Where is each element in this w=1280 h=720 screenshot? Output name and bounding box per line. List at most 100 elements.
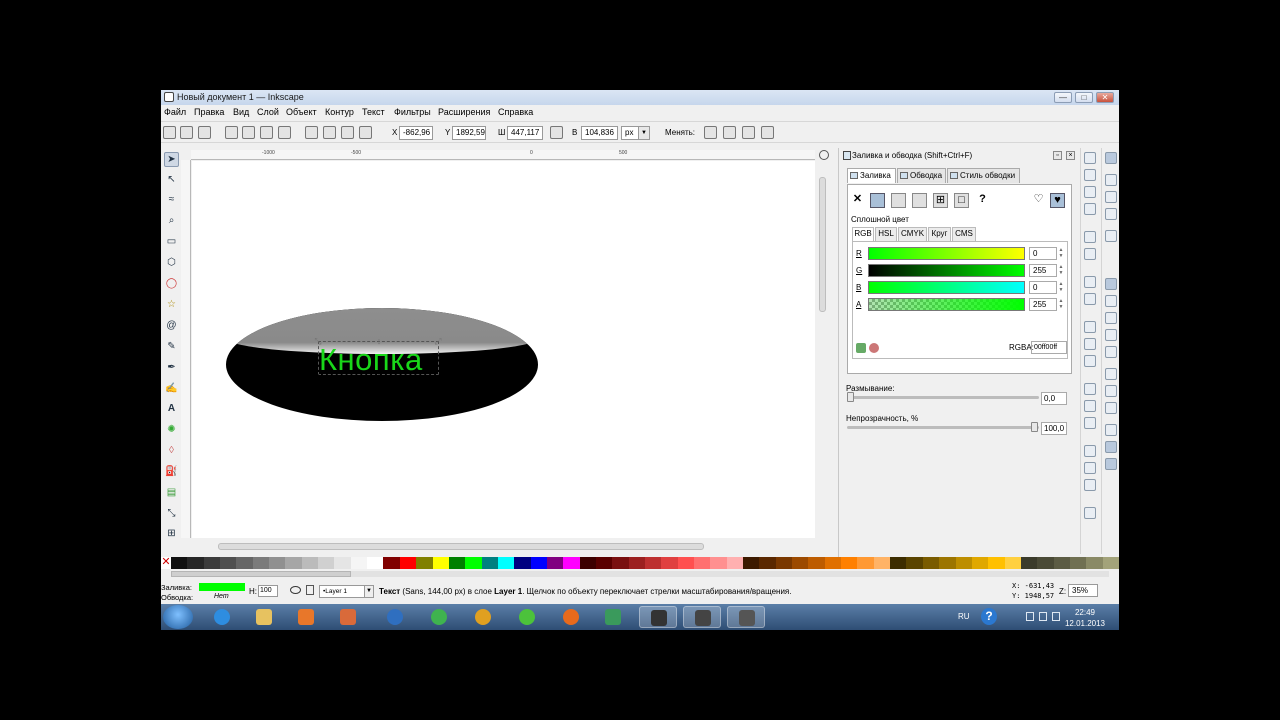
- spiral-tool-icon[interactable]: @: [164, 319, 179, 334]
- zoom-tool-icon[interactable]: ⌕: [164, 214, 179, 229]
- fill-color-indicator[interactable]: [199, 583, 245, 591]
- opacity-h-field[interactable]: 100: [258, 585, 278, 597]
- palette-swatch[interactable]: [1069, 557, 1087, 569]
- palette-swatch[interactable]: [824, 557, 842, 569]
- palette-swatch[interactable]: [971, 557, 989, 569]
- language-indicator[interactable]: RU: [958, 612, 970, 621]
- channel-r-slider[interactable]: [868, 247, 1025, 260]
- palette-swatch[interactable]: [171, 557, 188, 569]
- palette-swatch[interactable]: [890, 557, 907, 569]
- palette-scrollbar[interactable]: [171, 571, 1109, 577]
- menu-object[interactable]: Объект: [286, 107, 317, 117]
- palette-swatch[interactable]: [301, 557, 319, 569]
- connector-tool-icon[interactable]: ⊞: [164, 527, 179, 542]
- zoom-drawing-icon[interactable]: [1084, 400, 1096, 412]
- zoom-page-icon[interactable]: [1084, 417, 1096, 429]
- taskbar-app-10[interactable]: [594, 606, 632, 628]
- palette-swatch[interactable]: [808, 557, 825, 569]
- palette-swatch[interactable]: [1102, 557, 1119, 569]
- palette-swatch[interactable]: [546, 557, 564, 569]
- channel-g-value[interactable]: 255: [1029, 264, 1057, 277]
- snap-grid-icon[interactable]: [1105, 441, 1117, 453]
- snap-centers-icon[interactable]: [1105, 368, 1117, 380]
- layer-lock-icon[interactable]: [306, 585, 314, 595]
- palette-swatch[interactable]: [792, 557, 809, 569]
- lock-proportions-icon[interactable]: [550, 126, 563, 139]
- palette-swatch[interactable]: [1053, 557, 1070, 569]
- snap-rotation-center-icon[interactable]: [1105, 385, 1117, 397]
- lower-icon[interactable]: [323, 126, 336, 139]
- raise-icon[interactable]: [341, 126, 354, 139]
- palette-swatch[interactable]: [465, 557, 482, 569]
- fill-rule-nonzero-icon[interactable]: ♥: [1050, 193, 1065, 208]
- snap-smooth-nodes-icon[interactable]: [1105, 329, 1117, 341]
- palette-swatch[interactable]: [939, 557, 956, 569]
- palette-swatch[interactable]: [677, 557, 694, 569]
- menu-help[interactable]: Справка: [498, 107, 533, 117]
- palette-swatch[interactable]: [595, 557, 613, 569]
- zoom-correction-icon[interactable]: [819, 150, 829, 160]
- palette-swatch[interactable]: [318, 557, 335, 569]
- palette-swatch[interactable]: [988, 557, 1005, 569]
- menu-path[interactable]: Контур: [325, 107, 354, 117]
- select-all-layers-icon[interactable]: [180, 126, 193, 139]
- snap-paths-icon[interactable]: [1105, 278, 1117, 290]
- tab-fill[interactable]: Заливка: [847, 168, 896, 183]
- export-icon[interactable]: [1084, 248, 1096, 260]
- ellipse-tool-icon[interactable]: ◯: [164, 277, 179, 292]
- taskbar-explorer[interactable]: [245, 606, 283, 628]
- print-icon[interactable]: [1084, 203, 1096, 215]
- channel-a-value[interactable]: 255: [1029, 298, 1057, 311]
- scale-handle-icon[interactable]: ↔: [435, 354, 444, 363]
- y-field[interactable]: 1892,59: [452, 126, 486, 140]
- star-tool-icon[interactable]: ☆: [164, 298, 179, 313]
- color-managed-icon[interactable]: [869, 343, 879, 353]
- flat-color-icon[interactable]: [870, 193, 885, 208]
- palette-swatch[interactable]: [530, 557, 547, 569]
- flip-vertical-icon[interactable]: [278, 126, 291, 139]
- unit-dropdown-arrow-icon[interactable]: ▼: [638, 126, 650, 140]
- tab-stroke-paint[interactable]: Обводка: [897, 168, 946, 183]
- taskbar-firefox[interactable]: [552, 606, 590, 628]
- snap-bbox-icon[interactable]: [1105, 174, 1117, 186]
- menu-filters[interactable]: Фильтры: [394, 107, 431, 117]
- zoom-field[interactable]: 35%: [1068, 584, 1098, 597]
- layer-visibility-icon[interactable]: [290, 586, 301, 594]
- snap-cusp-nodes-icon[interactable]: [1105, 312, 1117, 324]
- scale-stroke-icon[interactable]: [704, 126, 717, 139]
- tab-cms[interactable]: CMS: [952, 227, 976, 241]
- deselect-icon[interactable]: [198, 126, 211, 139]
- scale-corners-icon[interactable]: [723, 126, 736, 139]
- palette-swatch[interactable]: [252, 557, 270, 569]
- minimize-button[interactable]: —: [1054, 92, 1072, 103]
- snap-page-border-icon[interactable]: [1105, 424, 1117, 436]
- color-picker-icon[interactable]: [856, 343, 866, 353]
- menu-file[interactable]: Файл: [164, 107, 186, 117]
- menu-text[interactable]: Текст: [362, 107, 385, 117]
- lower-to-bottom-icon[interactable]: [305, 126, 318, 139]
- opacity-field[interactable]: 100,0: [1041, 422, 1067, 435]
- rotate-cw-icon[interactable]: [242, 126, 255, 139]
- skew-handle-icon[interactable]: ⤢: [434, 337, 442, 346]
- palette-swatch[interactable]: [955, 557, 972, 569]
- unlink-clone-icon[interactable]: [1084, 479, 1096, 491]
- swatch-icon[interactable]: □: [954, 193, 969, 208]
- clone-icon[interactable]: [1084, 462, 1096, 474]
- 3d-box-tool-icon[interactable]: ⬡: [164, 256, 179, 271]
- snap-bbox-corner-icon[interactable]: [1105, 208, 1117, 220]
- channel-b-slider[interactable]: [868, 281, 1025, 294]
- taskbar-media-player[interactable]: [287, 606, 325, 628]
- palette-swatch[interactable]: [873, 557, 891, 569]
- stroke-none-indicator[interactable]: Нет: [214, 593, 229, 600]
- duplicate-icon[interactable]: [1084, 445, 1096, 457]
- palette-swatch[interactable]: [334, 557, 351, 569]
- skew-handle-icon[interactable]: ⤡: [314, 337, 322, 346]
- x-field[interactable]: -862,96: [399, 126, 433, 140]
- dialog-iconify-icon[interactable]: ▫: [1053, 151, 1062, 160]
- menu-extensions[interactable]: Расширения: [438, 107, 490, 117]
- tweak-tool-icon[interactable]: ≈: [164, 193, 179, 208]
- taskbar-icq[interactable]: [508, 606, 546, 628]
- scroll-thumb[interactable]: [218, 543, 704, 550]
- scale-handle-icon[interactable]: ⤡: [314, 370, 322, 379]
- menu-edit[interactable]: Правка: [194, 107, 224, 117]
